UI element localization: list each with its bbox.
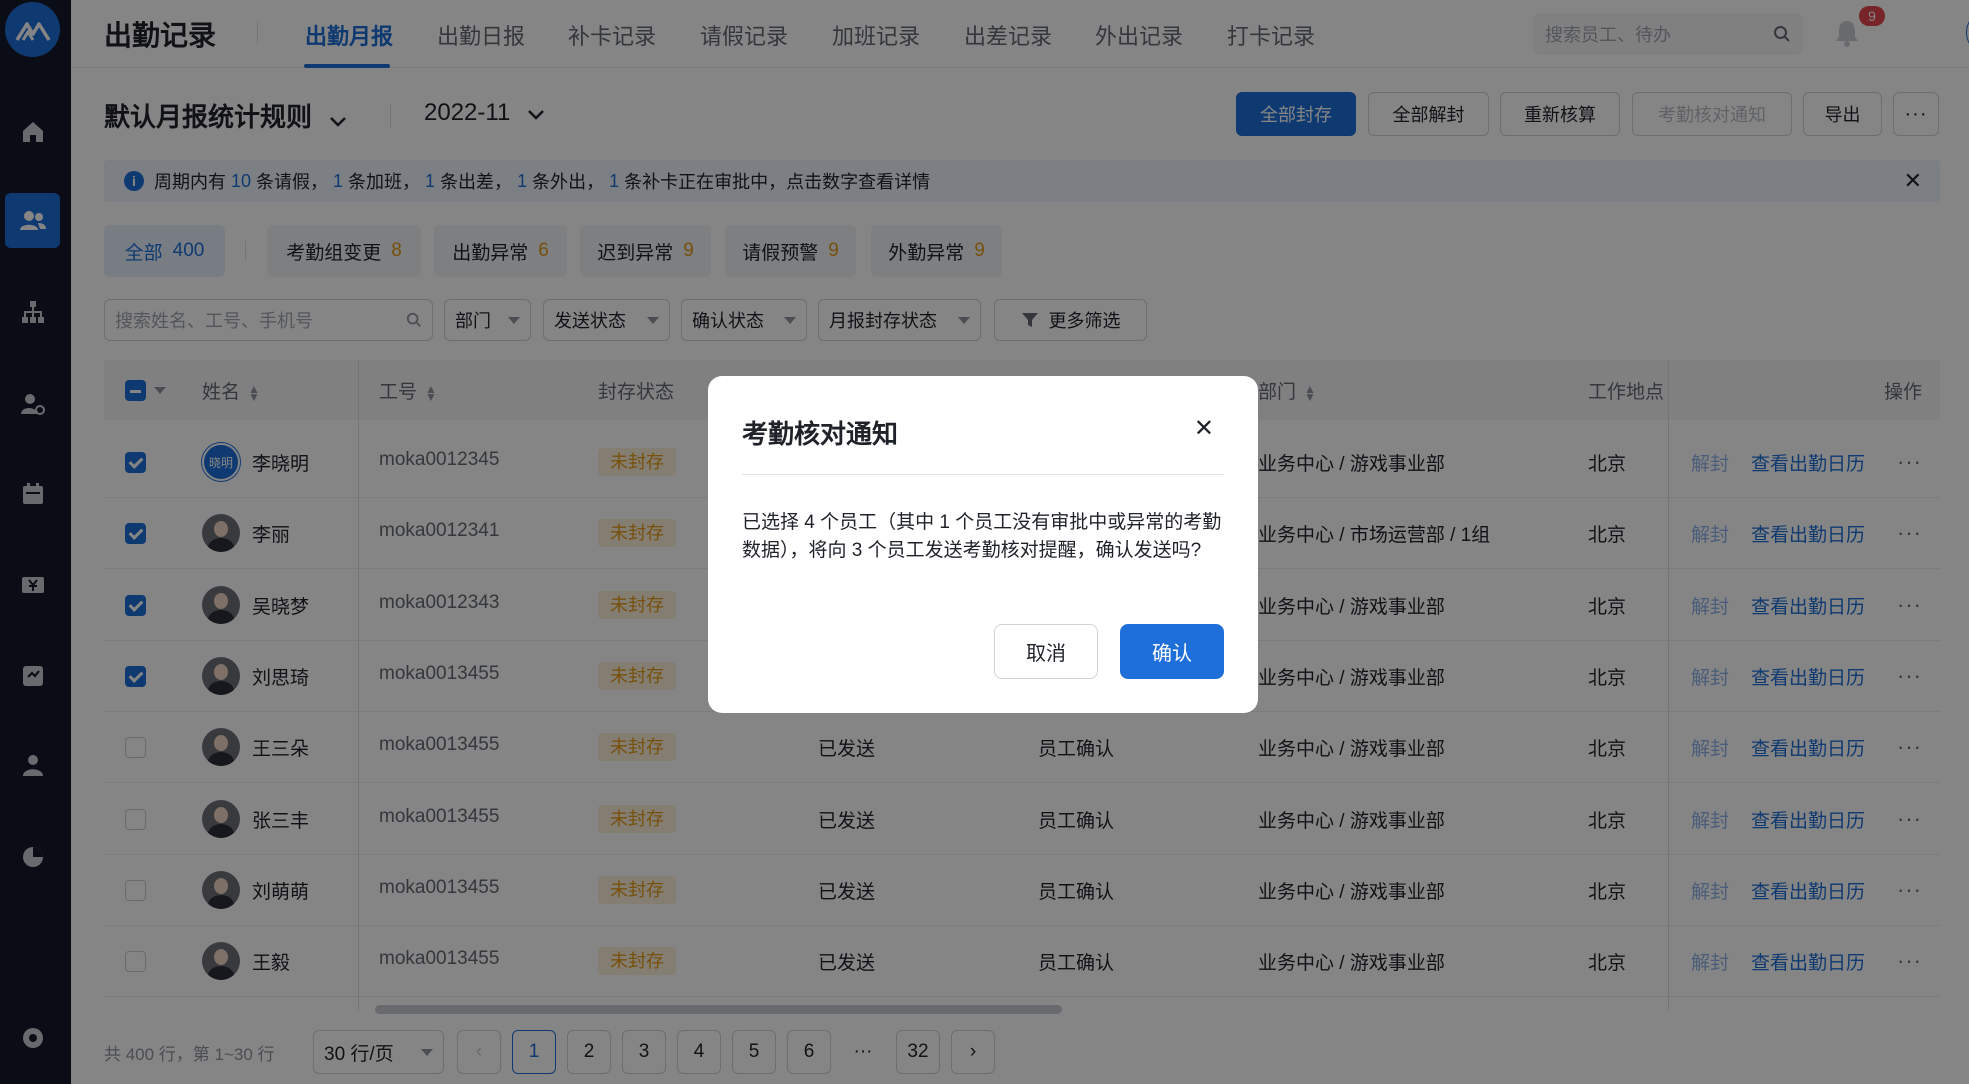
dialog-title: 考勤核对通知 (742, 419, 899, 449)
dialog-divider (742, 474, 1224, 475)
confirm-button[interactable]: 确认 (1120, 624, 1224, 679)
close-icon[interactable]: ✕ (1194, 414, 1214, 443)
attendance-notify-dialog: 考勤核对通知 ✕ 已选择 4 个员工（其中 1 个员工没有审批中或异常的考勤数据… (708, 376, 1258, 713)
cancel-button[interactable]: 取消 (994, 624, 1098, 679)
app-root: 出勤记录 出勤月报 出勤日报 补卡记录 请假记录 加班记录 出差记录 外出记录 … (0, 0, 1969, 1084)
dialog-message: 已选择 4 个员工（其中 1 个员工没有审批中或异常的考勤数据），将向 3 个员… (742, 512, 1222, 561)
